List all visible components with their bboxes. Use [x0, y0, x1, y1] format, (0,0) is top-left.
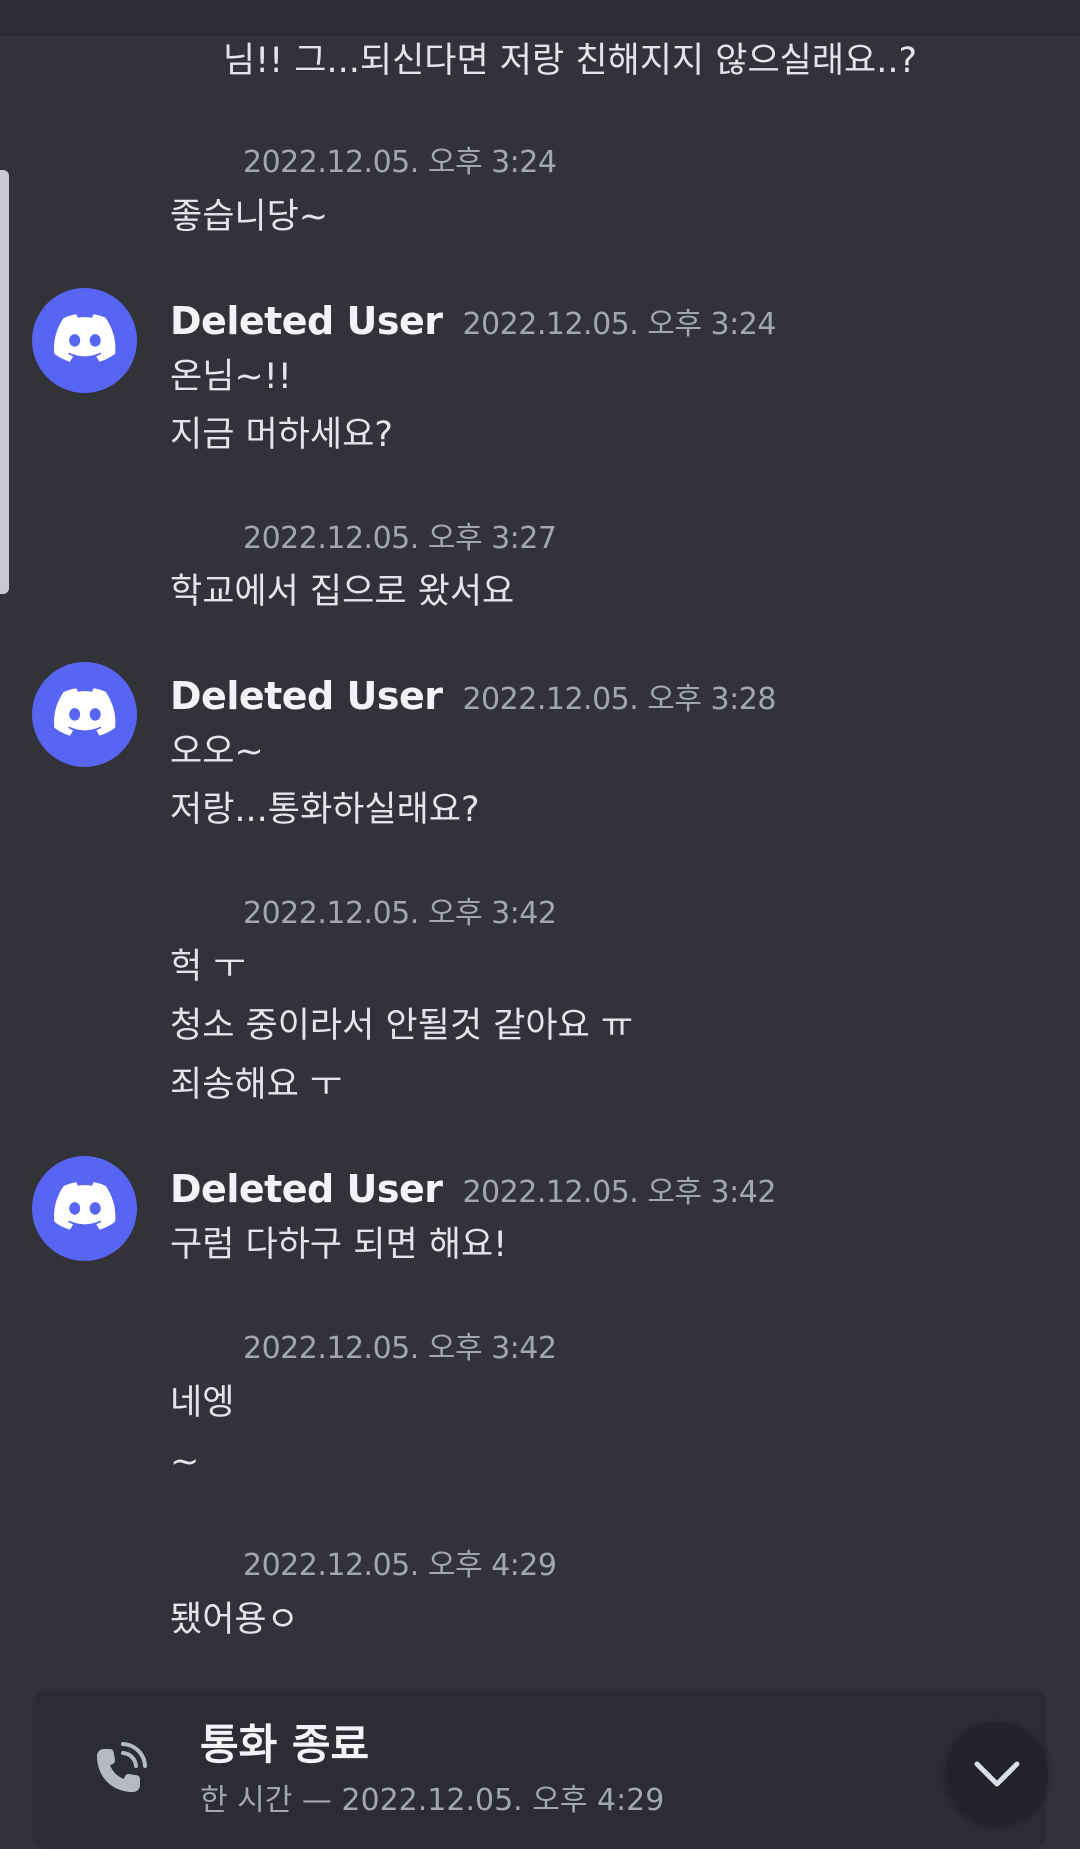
message-text[interactable]: 청소 중이라서 안될것 같아요 ㅠ: [170, 1001, 633, 1051]
message-text[interactable]: 좋습니당~: [170, 192, 328, 242]
message-timestamp: 2022.12.05. 오후 3:42: [243, 1331, 557, 1366]
compact-gutter: [30, 488, 150, 638]
message-timestamp: 2022.12.05. 오후 3:24: [243, 145, 557, 180]
discord-logo-icon: [54, 688, 116, 736]
message-text[interactable]: ~: [170, 1437, 199, 1487]
message-timestamp: 2022.12.05. 오후 3:28: [462, 682, 776, 717]
message-timestamp: 2022.12.05. 오후 3:24: [462, 307, 776, 342]
compact-gutter: [30, 1516, 150, 1656]
message-text[interactable]: 헉 ㅜ: [170, 942, 246, 992]
compact-gutter: [30, 863, 150, 993]
partial-message-line: 님!! 그...되신다면 저랑 친해지지 않으실래요..?: [222, 41, 918, 81]
message-timestamp: 2022.12.05. 오후 3:42: [462, 1175, 776, 1210]
message-text[interactable]: 저랑...통화하실래요?: [170, 785, 480, 835]
message-timestamp: 2022.12.05. 오후 3:27: [243, 521, 557, 556]
scrollbar-thumb[interactable]: [0, 170, 9, 594]
call-duration: 한 시간 — 2022.12.05. 오후 4:29: [200, 1783, 665, 1818]
author-name[interactable]: Deleted User: [170, 1167, 443, 1211]
avatar[interactable]: [32, 1156, 137, 1261]
author-name[interactable]: Deleted User: [170, 674, 443, 718]
message-timestamp: 2022.12.05. 오후 3:42: [243, 896, 557, 931]
message-text[interactable]: 네엥: [170, 1378, 234, 1428]
phone-call-ended-icon: [97, 1742, 147, 1792]
message-text[interactable]: 죄송해요 ㅜ: [170, 1060, 342, 1110]
author-name[interactable]: Deleted User: [170, 299, 443, 343]
avatar[interactable]: [32, 288, 137, 393]
message-header: Deleted User 2022.12.05. 오후 3:42: [170, 1164, 776, 1214]
message-text[interactable]: 오오~: [170, 727, 264, 777]
avatar[interactable]: [32, 662, 137, 767]
discord-logo-icon: [54, 1182, 116, 1230]
call-ended-card[interactable]: 통화 종료 한 시간 — 2022.12.05. 오후 4:29: [32, 1689, 1047, 1849]
chevron-down-icon: [974, 1761, 1020, 1787]
message-text[interactable]: 온님~!!: [170, 352, 292, 402]
message-timestamp: 2022.12.05. 오후 4:29: [243, 1548, 557, 1583]
compact-gutter: [30, 1298, 150, 1448]
jump-to-present-button[interactable]: [946, 1722, 1048, 1824]
message-header: Deleted User 2022.12.05. 오후 3:24: [170, 296, 776, 346]
message-header: Deleted User 2022.12.05. 오후 3:28: [170, 671, 776, 721]
top-bar: [0, 0, 1080, 35]
call-title: 통화 종료: [200, 1720, 370, 1769]
message-text[interactable]: 학교에서 집으로 왔서요: [170, 567, 514, 617]
discord-logo-icon: [54, 314, 116, 362]
message-text[interactable]: 됐어용ㅇ: [170, 1595, 299, 1645]
message-text[interactable]: 지금 머하세요?: [170, 410, 393, 460]
message-text[interactable]: 구럼 다하구 되면 해요!: [170, 1220, 507, 1270]
compact-gutter: [30, 112, 150, 262]
